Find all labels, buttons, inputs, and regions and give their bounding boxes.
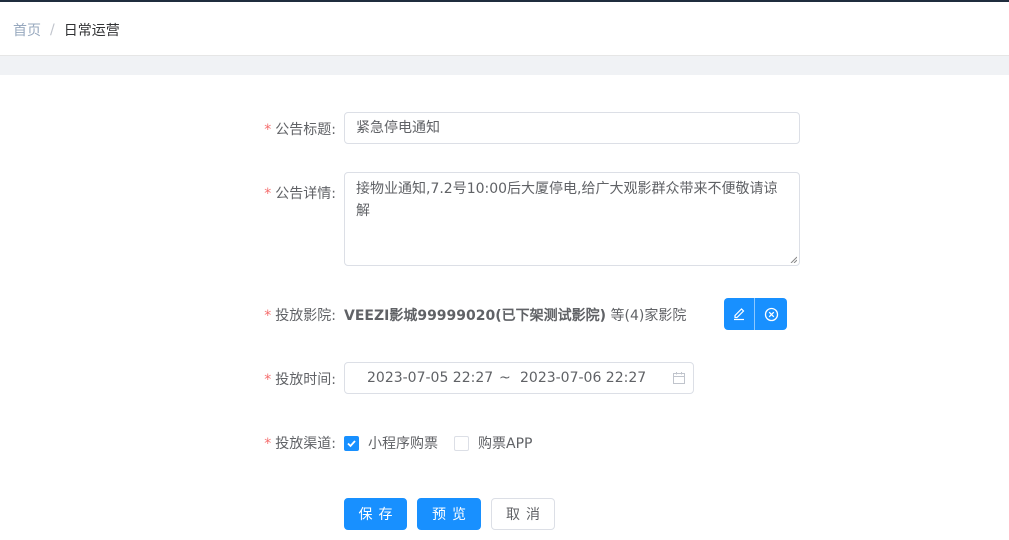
checkbox-checked[interactable] [344, 435, 359, 451]
calendar-icon [673, 372, 685, 384]
detail-textarea[interactable]: 接物业通知,7.2号10:00后大厦停电,给广大观影群众带来不便敬请谅解 [344, 172, 800, 266]
detail-text: 接物业通知,7.2号10:00后大厦停电,给广大观影群众带来不便敬请谅解 [356, 181, 778, 219]
channel-option-app[interactable]: 购票APP [454, 433, 532, 453]
checkbox-unchecked[interactable] [454, 435, 469, 451]
required-mark: * [264, 186, 272, 202]
detail-label: * 公告详情: [264, 183, 336, 203]
save-button[interactable]: 保存 [344, 498, 407, 530]
breadcrumb-home-link[interactable]: 首页 [13, 20, 41, 40]
channel-option-label: 小程序购票 [368, 436, 438, 452]
start-date-input[interactable]: 2023-07-05 22:27 [367, 370, 493, 386]
cancel-button[interactable]: 取消 [491, 498, 555, 530]
required-mark: * [264, 308, 272, 324]
range-separator: ~ [499, 370, 511, 386]
resize-grip-icon[interactable] [790, 256, 797, 263]
cinema-label: * 投放影院: [264, 305, 336, 325]
required-mark: * [264, 372, 272, 388]
title-input[interactable]: 紧急停电通知 [344, 112, 800, 144]
breadcrumb-current: 日常运营 [63, 23, 120, 39]
breadcrumb-separator: / [50, 22, 55, 38]
channel-option-mini-program[interactable]: 小程序购票 [344, 433, 438, 453]
top-border [0, 0, 1009, 2]
detail-label-text: 公告详情: [275, 186, 336, 202]
close-circle-icon [764, 307, 778, 321]
cinema-edit-button[interactable] [724, 298, 755, 330]
title-label: * 公告标题: [264, 119, 336, 139]
title-label-text: 公告标题: [275, 122, 336, 138]
cinema-clear-button[interactable] [755, 298, 787, 330]
required-mark: * [264, 436, 272, 452]
header-divider [0, 55, 1009, 75]
cinema-count: 等(4)家影院 [610, 308, 687, 324]
channel-label-text: 投放渠道: [275, 436, 336, 452]
cinema-summary: VEEZI影城99999020(已下架测试影院) 等(4)家影院 [344, 305, 686, 325]
channel-label: * 投放渠道: [264, 433, 336, 453]
required-mark: * [264, 122, 272, 138]
breadcrumb: 首页 / 日常运营 [13, 20, 120, 40]
check-icon [347, 439, 356, 447]
time-label-text: 投放时间: [275, 372, 336, 388]
cinema-label-text: 投放影院: [275, 308, 336, 324]
cinema-button-group [724, 298, 787, 330]
end-date-input[interactable]: 2023-07-06 22:27 [520, 370, 646, 386]
time-label: * 投放时间: [264, 369, 336, 389]
cinema-name: VEEZI影城99999020(已下架测试影院) [344, 308, 607, 324]
channel-option-label: 购票APP [478, 436, 533, 452]
date-range-picker[interactable]: 2023-07-05 22:27 ~ 2023-07-06 22:27 [344, 362, 694, 394]
edit-icon [734, 308, 745, 321]
preview-button[interactable]: 预览 [417, 498, 481, 530]
